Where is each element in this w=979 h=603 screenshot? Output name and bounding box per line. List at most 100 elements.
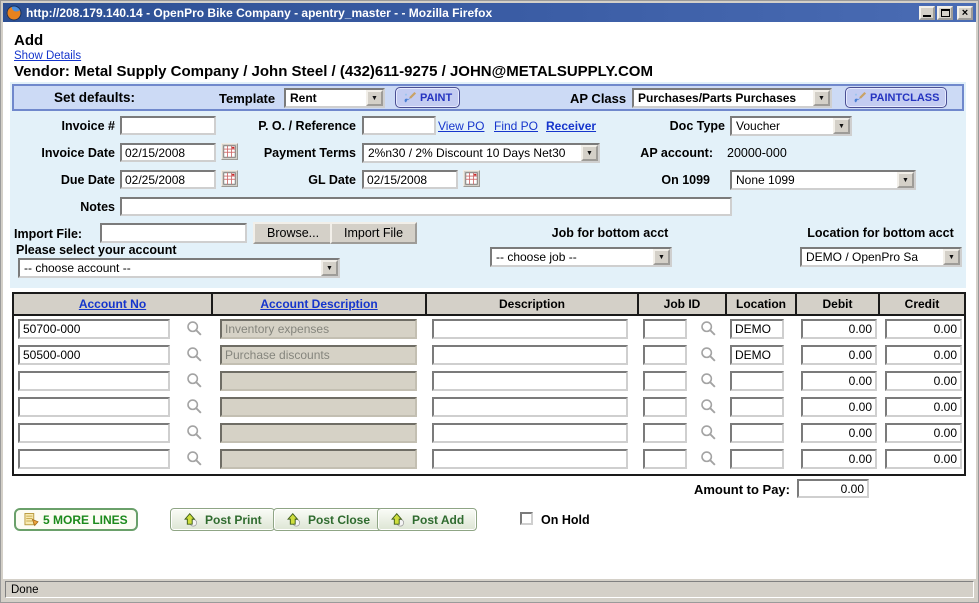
paintclass-button[interactable]: PAINTCLASS <box>845 87 947 108</box>
show-details-link[interactable]: Show Details <box>14 50 81 62</box>
account-select[interactable]: -- choose account -- ▼ <box>18 258 340 278</box>
notes-input[interactable] <box>120 197 732 216</box>
search-icon[interactable] <box>700 372 717 389</box>
import-file-button[interactable]: Import File <box>330 222 417 244</box>
find-po-link[interactable]: Find PO <box>494 119 538 133</box>
paint-button[interactable]: PAINT <box>395 87 460 108</box>
post-close-button[interactable]: Post Close <box>273 508 383 531</box>
chevron-down-icon: ▼ <box>833 118 850 134</box>
table-row <box>14 368 964 394</box>
credit-input[interactable] <box>885 371 962 391</box>
account-no-input[interactable] <box>18 449 170 469</box>
job-id-input[interactable] <box>643 423 687 443</box>
minimize-button[interactable] <box>919 6 935 20</box>
header-account-description[interactable]: Account Description <box>213 294 427 314</box>
account-no-input[interactable] <box>18 423 170 443</box>
search-icon[interactable] <box>186 320 203 337</box>
debit-input[interactable] <box>801 423 877 443</box>
search-icon[interactable] <box>186 450 203 467</box>
doc-type-select[interactable]: Voucher ▼ <box>730 116 852 136</box>
search-icon[interactable] <box>700 424 717 441</box>
due-date-input[interactable] <box>120 170 216 189</box>
post-add-button[interactable]: Post Add <box>377 508 477 531</box>
location-input[interactable] <box>730 319 784 339</box>
description-input[interactable] <box>432 319 628 339</box>
location-select[interactable]: DEMO / OpenPro Sa ▼ <box>800 247 962 267</box>
description-input[interactable] <box>432 371 628 391</box>
po-reference-input[interactable] <box>362 116 436 135</box>
payment-terms-select[interactable]: 2%n30 / 2% Discount 10 Days Net30 ▼ <box>362 143 600 163</box>
search-icon[interactable] <box>700 398 717 415</box>
invoice-number-input[interactable] <box>120 116 216 135</box>
invoice-date-input[interactable] <box>120 143 216 162</box>
header-account-no[interactable]: Account No <box>14 294 213 314</box>
table-row <box>14 446 964 472</box>
receiver-link[interactable]: Receiver <box>546 119 596 133</box>
location-input[interactable] <box>730 397 784 417</box>
view-po-link[interactable]: View PO <box>438 119 484 133</box>
account-no-input[interactable] <box>18 371 170 391</box>
on-hold-checkbox[interactable] <box>520 512 533 525</box>
debit-input[interactable] <box>801 345 877 365</box>
ap-class-select[interactable]: Purchases/Parts Purchases ▼ <box>632 88 832 108</box>
job-select-value: -- choose job -- <box>496 250 577 264</box>
description-input[interactable] <box>432 345 628 365</box>
search-icon[interactable] <box>186 346 203 363</box>
location-input[interactable] <box>730 371 784 391</box>
description-input[interactable] <box>432 397 628 417</box>
gl-date-input[interactable] <box>362 170 458 189</box>
description-input[interactable] <box>432 423 628 443</box>
account-no-input[interactable] <box>18 319 170 339</box>
maximize-button[interactable] <box>937 6 953 20</box>
template-select-value: Rent <box>290 91 317 105</box>
job-id-input[interactable] <box>643 345 687 365</box>
debit-input[interactable] <box>801 449 877 469</box>
credit-input[interactable] <box>885 423 962 443</box>
template-select[interactable]: Rent ▼ <box>284 88 385 108</box>
job-id-input[interactable] <box>643 319 687 339</box>
amount-to-pay-input[interactable] <box>797 479 869 498</box>
job-select[interactable]: -- choose job -- ▼ <box>490 247 672 267</box>
debit-input[interactable] <box>801 397 877 417</box>
credit-input[interactable] <box>885 319 962 339</box>
import-file-input[interactable] <box>100 223 247 243</box>
table-row <box>14 420 964 446</box>
calendar-icon[interactable] <box>463 170 480 187</box>
debit-input[interactable] <box>801 319 877 339</box>
more-lines-button[interactable]: 5 MORE LINES <box>14 508 138 531</box>
credit-input[interactable] <box>885 449 962 469</box>
location-input[interactable] <box>730 449 784 469</box>
header-description: Description <box>427 294 639 314</box>
job-id-input[interactable] <box>643 371 687 391</box>
search-icon[interactable] <box>700 346 717 363</box>
location-input[interactable] <box>730 345 784 365</box>
job-id-input[interactable] <box>643 449 687 469</box>
title-bar[interactable]: http://208.179.140.14 - OpenPro Bike Com… <box>3 3 976 22</box>
search-icon[interactable] <box>186 398 203 415</box>
calendar-icon[interactable] <box>221 170 238 187</box>
chevron-down-icon: ▼ <box>897 172 914 188</box>
search-icon[interactable] <box>186 372 203 389</box>
post-print-button[interactable]: Post Print <box>170 508 275 531</box>
on-hold-label: On Hold <box>541 513 590 527</box>
location-input[interactable] <box>730 423 784 443</box>
search-icon[interactable] <box>700 450 717 467</box>
template-label: Template <box>219 91 275 106</box>
close-button[interactable]: × <box>957 6 973 20</box>
search-icon[interactable] <box>186 424 203 441</box>
account-no-input[interactable] <box>18 397 170 417</box>
header-credit: Credit <box>880 294 964 314</box>
account-no-input[interactable] <box>18 345 170 365</box>
debit-input[interactable] <box>801 371 877 391</box>
account-no-header-link[interactable]: Account No <box>79 297 146 311</box>
on-1099-select[interactable]: None 1099 ▼ <box>730 170 916 190</box>
account-description-header-link[interactable]: Account Description <box>260 297 377 311</box>
credit-input[interactable] <box>885 397 962 417</box>
account-description-field <box>220 423 417 443</box>
search-icon[interactable] <box>700 320 717 337</box>
browse-button[interactable]: Browse... <box>253 222 333 244</box>
description-input[interactable] <box>432 449 628 469</box>
ap-class-select-value: Purchases/Parts Purchases <box>638 91 796 105</box>
credit-input[interactable] <box>885 345 962 365</box>
job-id-input[interactable] <box>643 397 687 417</box>
